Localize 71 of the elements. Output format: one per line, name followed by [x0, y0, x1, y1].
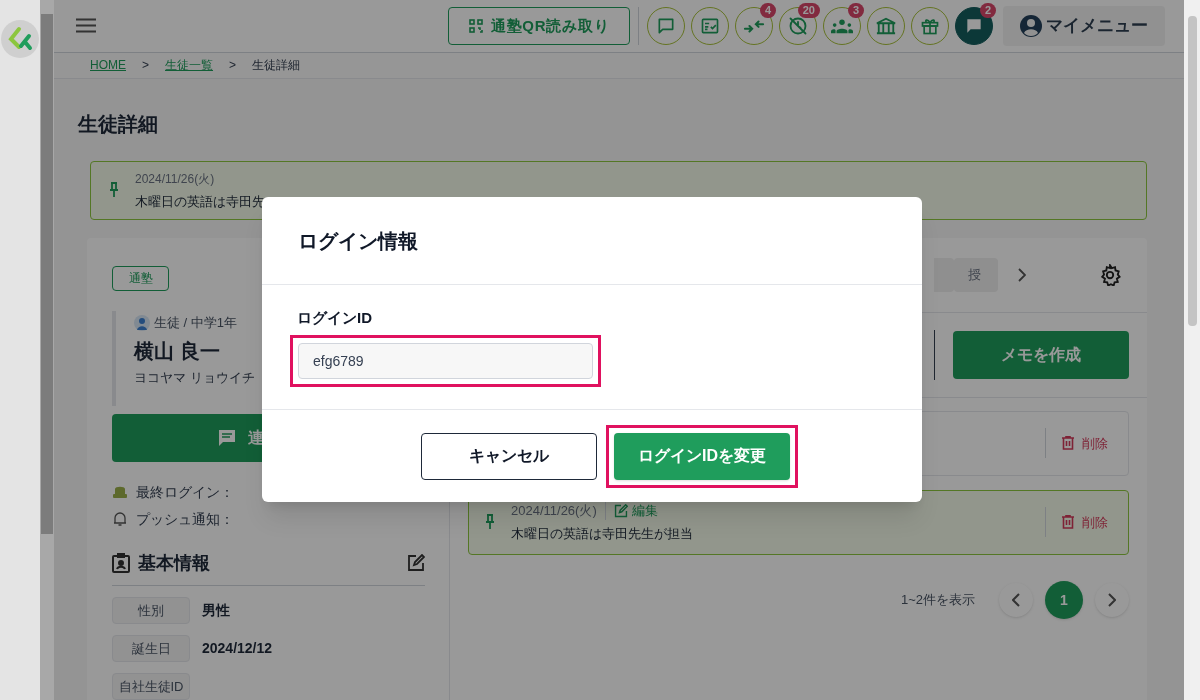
breadcrumb-separator: > — [142, 57, 149, 74]
student-name: 横山 良一 — [134, 339, 220, 365]
cancel-button[interactable]: キャンセル — [421, 432, 597, 480]
logo-icon — [7, 26, 33, 52]
result-count: 1~2件を表示 — [900, 591, 975, 610]
count-badge: 2 — [979, 2, 996, 18]
field-label: 誕生日 — [112, 635, 190, 662]
edit-icon[interactable] — [407, 554, 425, 573]
toolbar-button[interactable]: 2 — [955, 6, 993, 45]
toolbar-button[interactable] — [911, 6, 949, 45]
trash-icon — [1062, 436, 1074, 451]
field-value: 男性 — [202, 601, 230, 621]
breadcrumb-link[interactable]: 生徒一覧 — [165, 57, 213, 74]
field-label: 自社生徒ID — [112, 673, 190, 700]
student-kana: ヨコヤマ リョウイチ — [134, 369, 255, 388]
delete-button[interactable]: 削除 — [1062, 433, 1108, 454]
scrollbar-thumb[interactable] — [1187, 16, 1197, 326]
page-title: 生徒詳細 — [78, 112, 159, 138]
pin-icon — [485, 514, 495, 531]
breadcrumb-current: 生徒詳細 — [252, 57, 301, 74]
pin-icon — [109, 182, 119, 199]
status-tag: 通塾 — [112, 266, 169, 291]
message-icon — [218, 429, 236, 447]
section-title: 基本情報 — [138, 552, 210, 575]
settings-icon[interactable] — [1099, 264, 1121, 286]
toolbar-button[interactable] — [647, 6, 685, 45]
menu-icon[interactable] — [76, 18, 96, 34]
toolbar-button[interactable]: 4 — [735, 6, 773, 45]
login-id-field[interactable]: efg6789 — [298, 342, 593, 379]
chevron-right-icon — [1108, 593, 1116, 607]
field-value: 2024/12/12 — [202, 639, 273, 659]
toolbar-button[interactable] — [867, 6, 905, 45]
memo-text: 木曜日の英語は寺田先生が担当 — [511, 525, 693, 544]
push-label: プッシュ通知： — [136, 510, 234, 529]
count-badge: 3 — [847, 2, 864, 18]
field-label: 性別 — [112, 597, 190, 624]
edit-icon — [613, 503, 628, 518]
last-login-label: 最終ログイン： — [136, 483, 234, 502]
next-page-button[interactable] — [1095, 583, 1129, 617]
app-logo[interactable] — [1, 20, 39, 58]
breadcrumb-link[interactable]: HOME — [90, 57, 126, 74]
qr-icon — [468, 18, 483, 33]
page-button[interactable]: 1 — [1045, 581, 1083, 619]
qr-button[interactable]: 通塾QR読み取り — [448, 6, 630, 45]
previous-page-button[interactable] — [999, 583, 1033, 617]
create-memo-button[interactable]: メモを作成 — [953, 331, 1129, 379]
note-date: 2024/11/26(火) — [135, 170, 216, 188]
student-role: 生徒 / 中学1年 — [154, 314, 238, 332]
change-id-button[interactable]: ログインIDを変更 — [614, 432, 790, 480]
toolbar-button[interactable]: 3 — [823, 6, 861, 45]
chevron-left-icon — [1012, 593, 1020, 607]
bell-icon — [112, 511, 128, 528]
clock-off-icon — [788, 15, 808, 36]
trash-icon — [1062, 515, 1074, 530]
id-card-icon — [112, 553, 130, 574]
avatar-icon — [134, 314, 150, 331]
delete-button[interactable]: 削除 — [1062, 512, 1108, 533]
breadcrumb-separator: > — [229, 57, 237, 74]
tab[interactable]: 授 — [954, 258, 998, 292]
my-menu-button[interactable]: マイメニュー — [1003, 5, 1165, 46]
user-icon — [1020, 14, 1042, 37]
scrollbar-thumb[interactable] — [41, 14, 53, 534]
edit-link[interactable]: 編集 — [613, 501, 658, 521]
toolbar-button[interactable]: 20 — [779, 6, 817, 45]
bank-icon — [875, 15, 897, 36]
count-badge: 20 — [797, 2, 820, 18]
chevron-right-icon[interactable] — [1018, 268, 1026, 282]
toolbar-button[interactable] — [691, 6, 729, 45]
count-badge: 4 — [759, 2, 776, 18]
field-label: ログインID — [296, 308, 373, 328]
dialog-title: ログイン情報 — [298, 228, 418, 254]
